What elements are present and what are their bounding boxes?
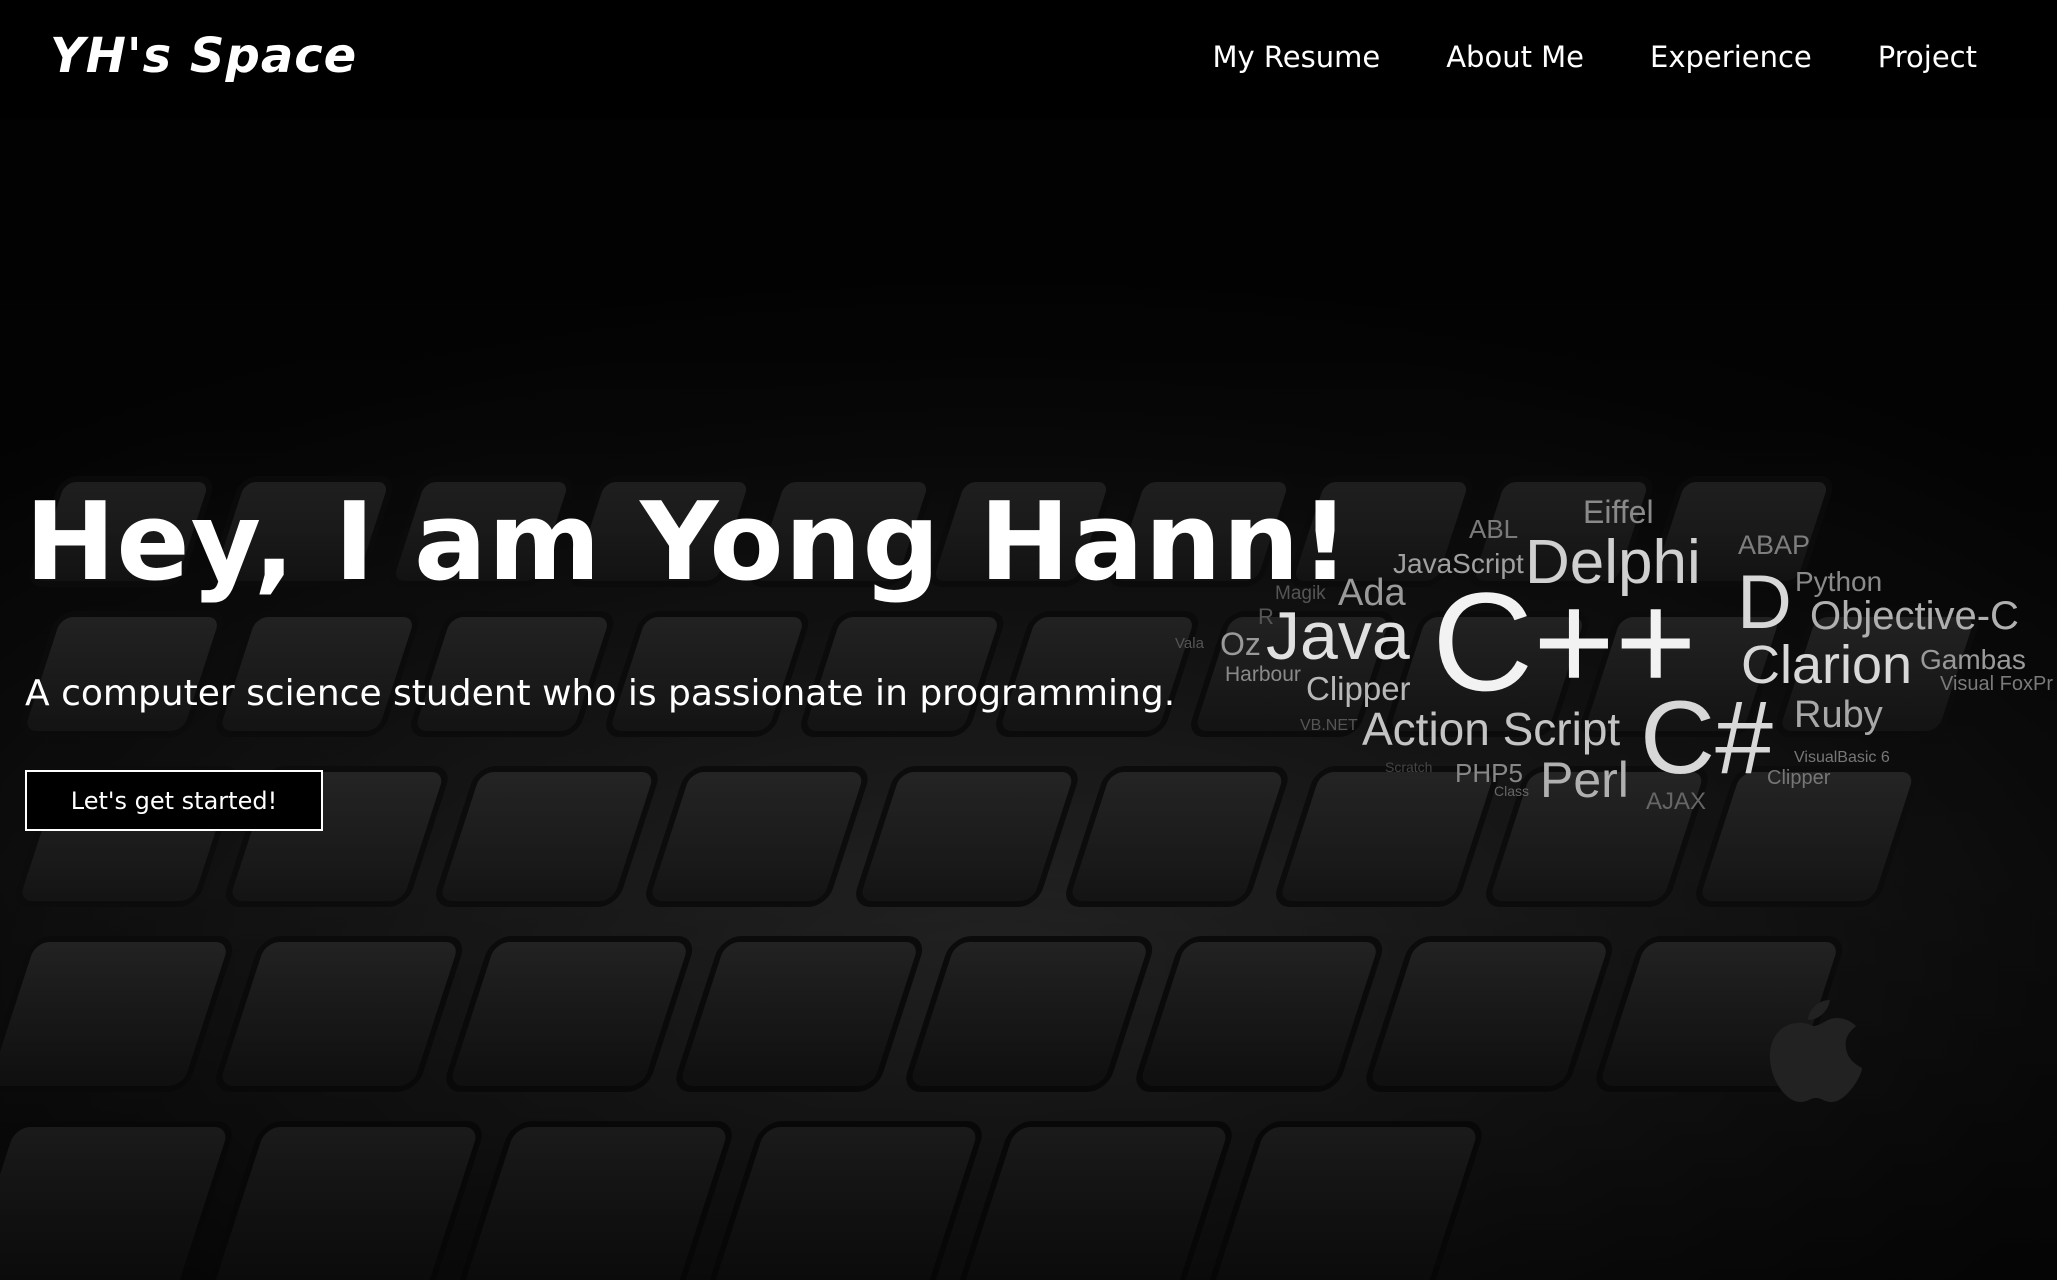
nav-links: My Resume About Me Experience Project (1147, 40, 1977, 74)
top-navbar: YH's Space My Resume About Me Experience… (0, 0, 2057, 119)
brand-logo-link[interactable]: YH's Space (50, 28, 357, 84)
nav-link-my-resume[interactable]: My Resume (1213, 40, 1381, 74)
nav-link-project[interactable]: Project (1878, 40, 1977, 74)
hero-title: Hey, I am Yong Hann! (25, 480, 1351, 605)
page: Eiffel ABL ABAP JavaScript Delphi Python… (0, 0, 2057, 1280)
nav-link-about-me[interactable]: About Me (1446, 40, 1584, 74)
hero-subtitle: A computer science student who is passio… (25, 673, 1176, 714)
nav-link-experience[interactable]: Experience (1650, 40, 1812, 74)
get-started-button[interactable]: Let's get started! (25, 770, 323, 831)
apple-logo-icon (1769, 1000, 1862, 1102)
